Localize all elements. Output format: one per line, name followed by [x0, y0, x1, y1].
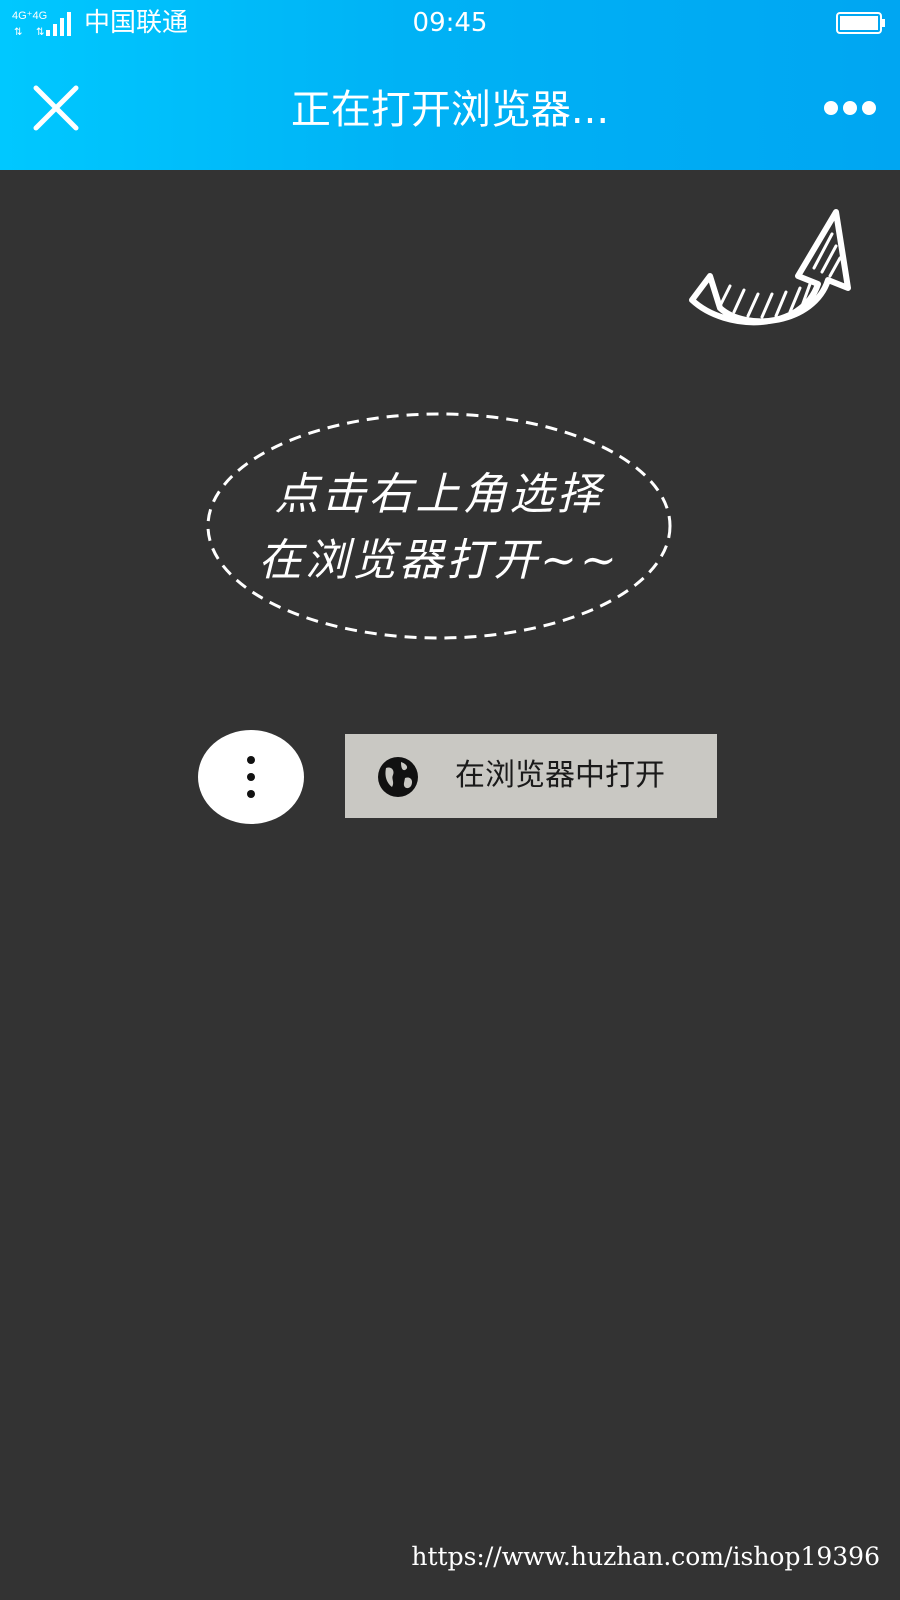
instruction-line-1: 点击右上角选择: [274, 469, 604, 520]
vertical-dots-icon: [198, 730, 304, 824]
page-title: 正在打开浏览器...: [290, 87, 610, 133]
instruction-bubble: 点击右上角选择 在浏览器打开~~: [204, 410, 674, 642]
curved-arrow-icon: [689, 209, 851, 326]
status-bar: 4G⁺4G ⇅ ⇅ 中国联通 09:45: [0, 0, 900, 46]
app-screen: 4G⁺4G ⇅ ⇅ 中国联通 09:45 正在打开浏览器... 点击右上角选择 …: [0, 0, 900, 1600]
status-time: 09:45: [412, 8, 488, 38]
open-in-browser-button[interactable]: 在浏览器中打开: [345, 734, 717, 818]
instruction-line-2: 在浏览器打开~~: [258, 535, 620, 586]
watermark-url: https://www.huzhan.com/ishop19396: [411, 1542, 880, 1571]
battery-icon: [836, 12, 885, 34]
globe-icon: [378, 757, 418, 797]
more-dots-icon[interactable]: [820, 96, 880, 120]
instruction-text: 点击右上角选择 在浏览器打开~~: [204, 462, 674, 594]
header-bar: 4G⁺4G ⇅ ⇅ 中国联通 09:45 正在打开浏览器...: [0, 0, 900, 170]
open-in-browser-label: 在浏览器中打开: [455, 758, 665, 793]
